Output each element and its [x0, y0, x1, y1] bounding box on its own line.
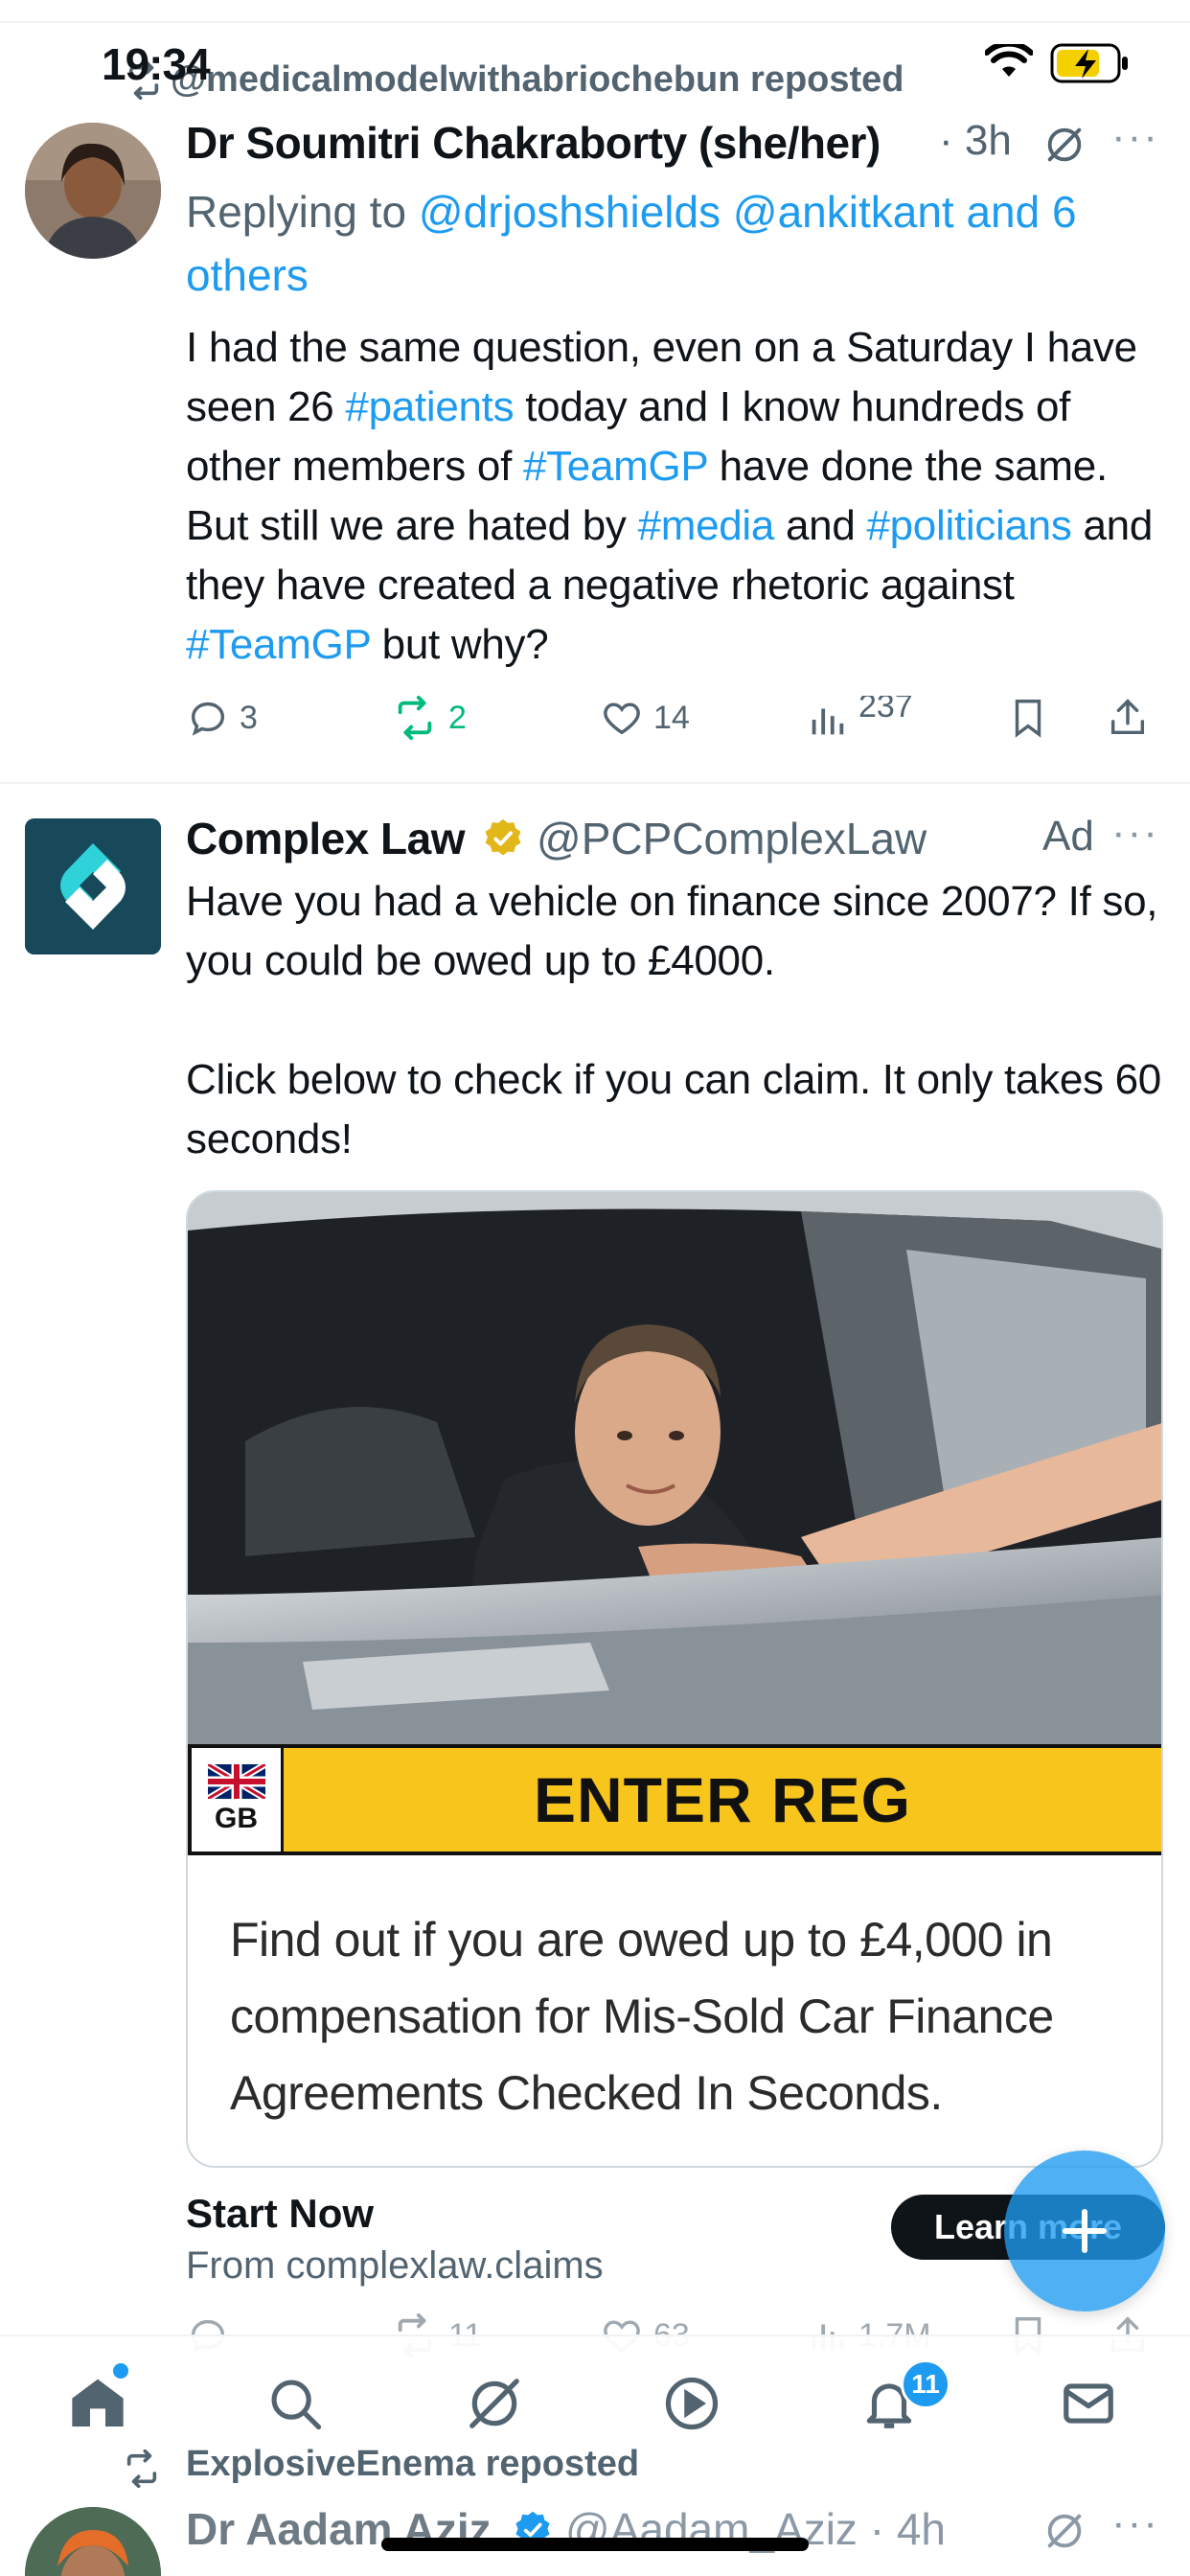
tab-messages[interactable]: [1050, 2365, 1127, 2442]
more-options-icon[interactable]: ···: [1111, 113, 1159, 161]
grok-icon[interactable]: [1042, 123, 1087, 167]
tweet-text-segment: and: [774, 502, 867, 549]
repost-button[interactable]: 2: [391, 696, 467, 740]
repost-count: 2: [448, 699, 467, 736]
author-name[interactable]: Complex Law: [186, 813, 466, 864]
plus-icon: [1063, 2209, 1107, 2253]
new-posts-dot: [113, 2363, 128, 2379]
view-count: 237: [858, 696, 913, 724]
hashtag-link[interactable]: #TeamGP: [523, 443, 708, 490]
share-icon: [1110, 699, 1145, 735]
tweet-text-segment: but why?: [370, 621, 549, 668]
views-button[interactable]: 237: [805, 696, 913, 744]
views-icon: [812, 708, 844, 735]
ad-card[interactable]: GB ENTER REG Find out if you are owed up…: [186, 1190, 1163, 2168]
bookmark-icon: [1015, 700, 1041, 738]
hashtag-link[interactable]: #politicians: [866, 502, 1071, 549]
grok-icon[interactable]: [1042, 2509, 1087, 2553]
notifications-badge: 11: [901, 2359, 950, 2409]
tweet-actions: 3 2 14 237: [186, 690, 1163, 748]
ad-card-image: [188, 1192, 1161, 1744]
home-icon: [72, 2379, 124, 2426]
ad-label: Ad: [1042, 813, 1094, 860]
author-name[interactable]: Dr Soumitri Chakraborty (she/her): [186, 117, 881, 169]
status-time: 19:34: [102, 39, 211, 89]
enter-reg-label: ENTER REG: [533, 1764, 912, 1835]
reply-icon: [191, 702, 225, 736]
avatar[interactable]: [25, 2507, 161, 2576]
like-button[interactable]: 14: [600, 696, 690, 740]
home-indicator: [381, 2538, 809, 2551]
tweet-time[interactable]: · 3h: [939, 117, 1012, 165]
hashtag-link[interactable]: #TeamGP: [186, 621, 371, 668]
grok-icon: [469, 2379, 519, 2428]
hashtag-link[interactable]: #media: [638, 502, 775, 549]
top-divider: [0, 21, 1190, 23]
wifi-icon: [985, 44, 1033, 80]
author-handle[interactable]: @PCPComplexLaw: [537, 813, 927, 864]
like-count: 14: [653, 699, 690, 736]
tab-search[interactable]: [257, 2365, 333, 2442]
registration-plate[interactable]: GB ENTER REG: [188, 1744, 1161, 1855]
cta-title[interactable]: Start Now: [186, 2191, 374, 2237]
reply-button[interactable]: 3: [186, 696, 258, 740]
tab-videos[interactable]: [653, 2365, 730, 2442]
gb-plate-badge: GB: [192, 1748, 284, 1852]
repost-icon: [398, 696, 432, 740]
reply-count: 3: [240, 699, 258, 736]
search-icon: [271, 2380, 322, 2430]
share-button[interactable]: [1106, 696, 1150, 740]
tweet-text: I had the same question, even on a Satur…: [186, 318, 1163, 675]
compose-button[interactable]: [1004, 2150, 1165, 2312]
envelope-icon: [1064, 2383, 1113, 2424]
tweet-time: · 4h: [869, 2504, 946, 2554]
uk-flag-icon: [207, 1764, 265, 1799]
reply-context: Replying to @drjoshshields @ankitkant an…: [186, 180, 1154, 307]
verified-badge-icon: [481, 816, 525, 861]
battery-icon: [1050, 42, 1131, 84]
repost-icon: [123, 2450, 161, 2488]
avatar[interactable]: [25, 123, 161, 259]
play-icon: [665, 2377, 719, 2430]
card-description: Find out if you are owed up to £4,000 in…: [230, 1913, 1054, 2120]
repost-text: @medicalmodelwithabriochebun reposted: [171, 59, 904, 100]
author-name-text: Complex Law: [186, 814, 466, 863]
more-options-icon[interactable]: ···: [1111, 809, 1159, 857]
avatar[interactable]: [25, 818, 161, 954]
cta-domain[interactable]: From complexlaw.claims: [186, 2244, 604, 2288]
more-options-icon[interactable]: ···: [1111, 2499, 1159, 2547]
heart-icon: [604, 702, 640, 735]
tweet-text: Have you had a vehicle on finance since …: [186, 878, 1161, 1162]
bookmark-button[interactable]: [1006, 696, 1050, 740]
reply-prefix: Replying to: [186, 187, 419, 237]
repost-indicator[interactable]: @medicalmodelwithabriochebun reposted: [125, 59, 904, 109]
plate-country: GB: [215, 1803, 258, 1834]
tweet-divider: [0, 782, 1190, 784]
hashtag-link[interactable]: #patients: [345, 383, 514, 430]
repost-indicator[interactable]: ExplosiveEnema reposted: [186, 2444, 639, 2485]
tab-grok[interactable]: [456, 2365, 533, 2442]
